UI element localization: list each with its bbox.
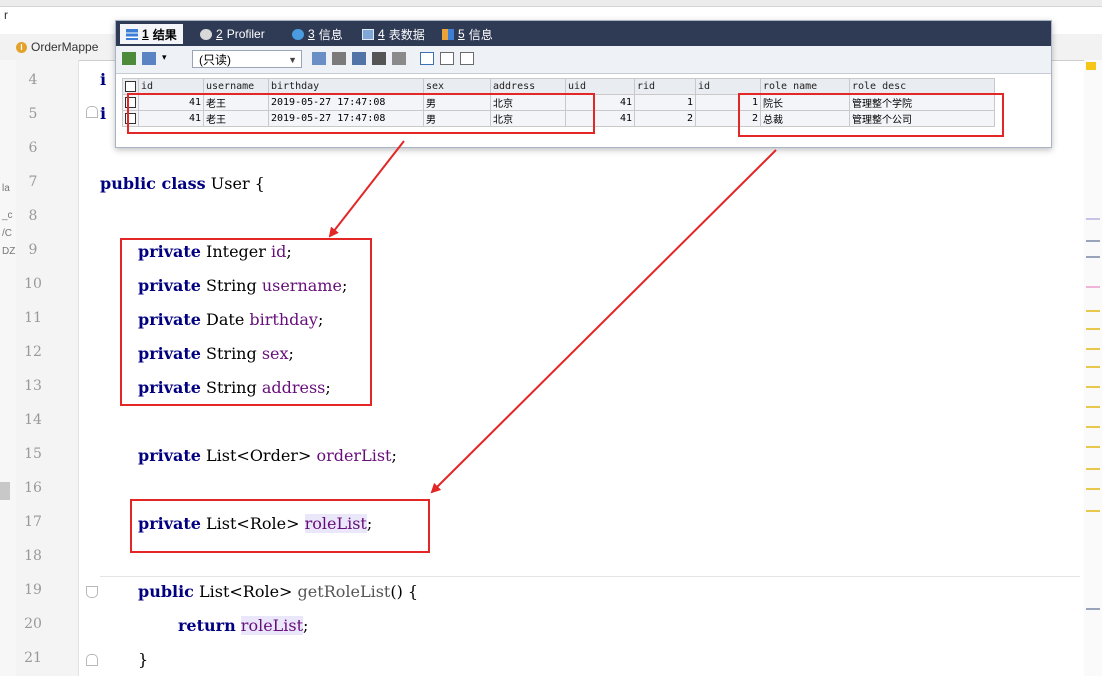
fold-marker-icon[interactable] bbox=[86, 106, 98, 118]
scroll-marker bbox=[1086, 446, 1100, 448]
checkbox-icon[interactable] bbox=[125, 80, 136, 92]
tab-profiler[interactable]: 2 Profiler bbox=[200, 24, 265, 44]
delete-icon[interactable] bbox=[372, 52, 386, 65]
scroll-marker bbox=[1086, 310, 1100, 312]
readonly-select[interactable]: (只读) ▼ bbox=[192, 50, 302, 68]
line-number: 17 bbox=[24, 514, 42, 530]
scroll-marker bbox=[1086, 366, 1100, 368]
line-number: 18 bbox=[24, 548, 42, 564]
tab-result[interactable]: 1 结果 bbox=[120, 24, 183, 44]
line-number: 7 bbox=[28, 174, 38, 190]
line-number: 5 bbox=[28, 106, 38, 122]
duplicate-row-icon[interactable] bbox=[332, 52, 346, 65]
line-number: 12 bbox=[24, 344, 42, 360]
fold-marker-icon[interactable] bbox=[86, 586, 98, 598]
line-number: 20 bbox=[24, 616, 42, 632]
scroll-marker bbox=[1086, 468, 1100, 470]
annotation-box-user-columns bbox=[127, 93, 595, 134]
left-strip-text: la bbox=[2, 183, 10, 194]
form-view-icon[interactable] bbox=[440, 52, 454, 65]
scroll-marker bbox=[1086, 406, 1100, 408]
scroll-marker bbox=[1086, 488, 1100, 490]
left-strip-text: DZ bbox=[2, 246, 16, 257]
line-number: 15 bbox=[24, 446, 42, 462]
fold-marker-icon[interactable] bbox=[86, 654, 98, 666]
annotation-box-user-fields bbox=[120, 238, 372, 406]
result-tab-strip: 1 结果 2 Profiler 3 信息 4 表数据 5 信息 bbox=[116, 21, 1051, 46]
tab-info-2[interactable]: 5 信息 bbox=[442, 24, 493, 44]
code-line-15[interactable]: private List<Order> orderList; bbox=[138, 446, 397, 465]
chevron-down-icon: ▼ bbox=[288, 55, 297, 65]
scroll-marker bbox=[1086, 348, 1100, 350]
scroll-marker bbox=[1086, 218, 1100, 220]
method-separator bbox=[100, 576, 1080, 577]
scroll-marker bbox=[1086, 286, 1100, 288]
scroll-marker bbox=[1086, 608, 1100, 610]
code-line-19[interactable]: public List<Role> getRoleList() { bbox=[138, 582, 418, 601]
save-icon[interactable] bbox=[352, 52, 366, 65]
scroll-marker bbox=[1086, 328, 1100, 330]
line-number: 9 bbox=[28, 242, 38, 258]
table-cell[interactable]: 1 bbox=[634, 94, 696, 111]
scroll-marker bbox=[1086, 426, 1100, 428]
java-class-icon: I bbox=[16, 41, 27, 53]
code-line-20[interactable]: return roleList; bbox=[178, 616, 308, 635]
scroll-marker bbox=[1086, 510, 1100, 512]
line-number: 8 bbox=[28, 208, 38, 224]
scroll-marker bbox=[1086, 386, 1100, 388]
code-line-21[interactable]: } bbox=[138, 650, 148, 669]
status-marker-icon bbox=[1086, 62, 1096, 70]
line-number: 11 bbox=[24, 310, 42, 326]
line-number: 14 bbox=[24, 412, 42, 428]
column-header[interactable]: rid bbox=[634, 78, 696, 95]
left-strip-marker bbox=[0, 482, 10, 500]
editor-scrollbar[interactable] bbox=[1084, 60, 1102, 676]
refresh-icon[interactable] bbox=[392, 52, 406, 65]
annotation-box-role-list bbox=[130, 499, 430, 553]
line-number: 19 bbox=[24, 582, 42, 598]
add-row-icon[interactable] bbox=[122, 52, 136, 65]
window-top-letter: r bbox=[4, 8, 8, 22]
line-number: 4 bbox=[28, 72, 38, 88]
info-icon bbox=[292, 28, 304, 40]
table-data-icon bbox=[362, 28, 374, 40]
left-strip-text: /C bbox=[2, 228, 12, 239]
text-view-icon[interactable] bbox=[460, 52, 474, 65]
editor-file-tab-label: OrderMappe bbox=[31, 40, 99, 54]
export-icon[interactable] bbox=[142, 52, 156, 65]
left-tool-strip bbox=[0, 60, 16, 676]
code-line-5[interactable]: i bbox=[100, 104, 106, 123]
line-number: 6 bbox=[28, 140, 38, 156]
info2-icon bbox=[442, 28, 454, 40]
table-icon bbox=[126, 28, 138, 40]
tab-table-data[interactable]: 4 表数据 bbox=[362, 24, 425, 44]
line-number: 16 bbox=[24, 480, 42, 496]
table-cell[interactable]: 2 bbox=[634, 110, 696, 127]
result-toolbar: ▾ (只读) ▼ bbox=[116, 46, 1051, 74]
grid-view-icon[interactable] bbox=[420, 52, 434, 65]
tab-info[interactable]: 3 信息 bbox=[292, 24, 343, 44]
scroll-marker bbox=[1086, 240, 1100, 242]
new-row-icon[interactable] bbox=[312, 52, 326, 65]
window-top-strip bbox=[0, 0, 1102, 7]
line-number: 10 bbox=[24, 276, 42, 292]
code-line-7[interactable]: public class User { bbox=[100, 174, 265, 193]
arrow-to-user-fields bbox=[328, 140, 405, 238]
profiler-icon bbox=[200, 28, 212, 40]
annotation-box-role-columns bbox=[738, 93, 1004, 137]
scroll-marker bbox=[1086, 256, 1100, 258]
editor-file-tab[interactable]: I OrderMappe bbox=[16, 36, 98, 58]
dropdown-arrow-icon[interactable]: ▾ bbox=[162, 52, 170, 65]
line-number: 21 bbox=[24, 650, 42, 666]
code-line-4[interactable]: i bbox=[100, 70, 106, 89]
line-number: 13 bbox=[24, 378, 42, 394]
left-strip-text: _c bbox=[2, 210, 13, 221]
arrow-to-role-list bbox=[430, 149, 777, 494]
